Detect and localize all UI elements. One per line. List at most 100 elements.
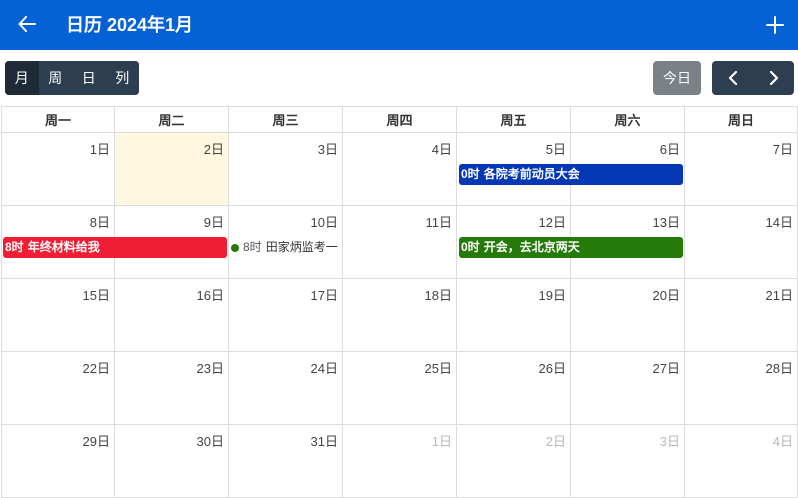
- day-number: 7日: [772, 142, 793, 157]
- day-number: 28日: [765, 361, 793, 376]
- next-month-button[interactable]: [753, 61, 794, 95]
- app-header: 日历 2024年1月: [0, 0, 798, 50]
- view-button[interactable]: 月: [5, 61, 39, 95]
- day-cell[interactable]: 20日: [571, 279, 685, 352]
- day-cell[interactable]: 14日: [685, 206, 798, 279]
- view-switcher: 月周日列: [5, 61, 139, 95]
- plus-icon: [766, 16, 784, 34]
- day-number: 12日: [538, 215, 566, 230]
- day-number: 25日: [424, 361, 452, 376]
- day-cell[interactable]: 4日: [685, 425, 798, 498]
- back-button[interactable]: [12, 9, 42, 39]
- event-bar[interactable]: 0时 开会，去北京两天: [459, 237, 683, 258]
- day-cell[interactable]: 11日: [343, 206, 457, 279]
- day-number: 22日: [82, 361, 110, 376]
- day-number: 18日: [424, 288, 452, 303]
- month-grid: 周一 周二 周三 周四 周五 周六 周日 1日 2日 3日 4日 5日 6日 7日 8日 9日 10日 11日 1…: [1, 106, 798, 498]
- event-dot-item[interactable]: 8时 田家炳监考一: [231, 237, 341, 258]
- view-button[interactable]: 列: [105, 61, 139, 95]
- add-event-button[interactable]: [760, 10, 790, 40]
- day-number: 4日: [772, 434, 793, 449]
- day-cell[interactable]: 3日: [229, 133, 343, 206]
- day-number: 5日: [545, 142, 566, 157]
- day-number: 23日: [196, 361, 224, 376]
- event-bar[interactable]: 8时 年终材料给我: [3, 237, 227, 258]
- day-number: 19日: [538, 288, 566, 303]
- prev-month-button[interactable]: [712, 61, 753, 95]
- day-number: 2日: [203, 142, 224, 157]
- day-cell[interactable]: 15日: [1, 279, 115, 352]
- week-row: 29日 30日 31日 1日 2日 3日 4日: [1, 425, 798, 498]
- day-cell[interactable]: 28日: [685, 352, 798, 425]
- day-number: 14日: [765, 215, 793, 230]
- day-cell[interactable]: 24日: [229, 352, 343, 425]
- event-title: 各院考前动员大会: [483, 167, 580, 181]
- day-cell[interactable]: 25日: [343, 352, 457, 425]
- day-cell[interactable]: 27日: [571, 352, 685, 425]
- day-cell[interactable]: 3日: [571, 425, 685, 498]
- day-number: 20日: [652, 288, 680, 303]
- day-cell[interactable]: 21日: [685, 279, 798, 352]
- week-row: 15日 16日 17日 18日 19日 20日 21日: [1, 279, 798, 352]
- weekday-label: 周六: [571, 106, 685, 133]
- day-cell[interactable]: 17日: [229, 279, 343, 352]
- day-cell[interactable]: 30日: [115, 425, 229, 498]
- day-number: 30日: [196, 434, 224, 449]
- today-button[interactable]: 今日: [653, 61, 701, 95]
- day-number: 1日: [431, 434, 452, 449]
- event-time: 0时: [461, 167, 480, 181]
- day-cell[interactable]: 1日: [1, 133, 115, 206]
- event-title: 年终材料给我: [27, 240, 100, 254]
- day-number: 15日: [82, 288, 110, 303]
- day-cell[interactable]: 4日: [343, 133, 457, 206]
- day-number: 24日: [310, 361, 338, 376]
- weekday-label: 周二: [115, 106, 229, 133]
- day-number: 31日: [310, 434, 338, 449]
- view-button[interactable]: 日: [72, 61, 106, 95]
- day-number: 29日: [82, 434, 110, 449]
- day-number: 3日: [317, 142, 338, 157]
- day-cell[interactable]: 22日: [1, 352, 115, 425]
- event-time: 8时: [5, 240, 24, 254]
- weekday-header: 周一 周二 周三 周四 周五 周六 周日: [1, 106, 798, 133]
- view-button[interactable]: 周: [38, 61, 72, 95]
- day-number: 4日: [431, 142, 452, 157]
- event-bar[interactable]: 0时 各院考前动员大会: [459, 164, 683, 185]
- day-cell[interactable]: 18日: [343, 279, 457, 352]
- event-time: 8时: [243, 240, 262, 254]
- day-cell[interactable]: 31日: [229, 425, 343, 498]
- week-row: 22日 23日 24日 25日 26日 27日 28日: [1, 352, 798, 425]
- day-cell[interactable]: 2日: [457, 425, 571, 498]
- day-cell[interactable]: 29日: [1, 425, 115, 498]
- day-number: 17日: [310, 288, 338, 303]
- weekday-label: 周三: [229, 106, 343, 133]
- calendar-toolbar: 月周日列 今日: [0, 50, 798, 106]
- day-number: 11日: [425, 215, 453, 230]
- day-cell[interactable]: 19日: [457, 279, 571, 352]
- day-number: 21日: [765, 288, 793, 303]
- event-time: 0时: [461, 240, 480, 254]
- day-number: 10日: [310, 215, 338, 230]
- event-title: 田家炳监考一: [265, 240, 338, 254]
- day-number: 9日: [203, 215, 224, 230]
- event-title: 开会，去北京两天: [483, 240, 580, 254]
- day-number: 6日: [659, 142, 680, 157]
- day-cell[interactable]: 1日: [343, 425, 457, 498]
- day-cell[interactable]: 2日: [115, 133, 229, 206]
- chevron-left-icon: [728, 71, 737, 85]
- day-cell[interactable]: 7日: [685, 133, 798, 206]
- chevron-right-icon: [769, 71, 778, 85]
- event-dot-icon: [231, 243, 239, 252]
- day-number: 8日: [89, 215, 110, 230]
- weekday-label: 周日: [685, 106, 798, 133]
- weekday-label: 周五: [457, 106, 571, 133]
- day-cell[interactable]: 23日: [115, 352, 229, 425]
- weekday-label: 周四: [343, 106, 457, 133]
- day-cell[interactable]: 16日: [115, 279, 229, 352]
- weekday-label: 周一: [1, 106, 115, 133]
- day-number: 13日: [652, 215, 680, 230]
- month-nav: [712, 61, 794, 95]
- day-number: 1日: [89, 142, 110, 157]
- day-number: 2日: [545, 434, 566, 449]
- day-cell[interactable]: 26日: [457, 352, 571, 425]
